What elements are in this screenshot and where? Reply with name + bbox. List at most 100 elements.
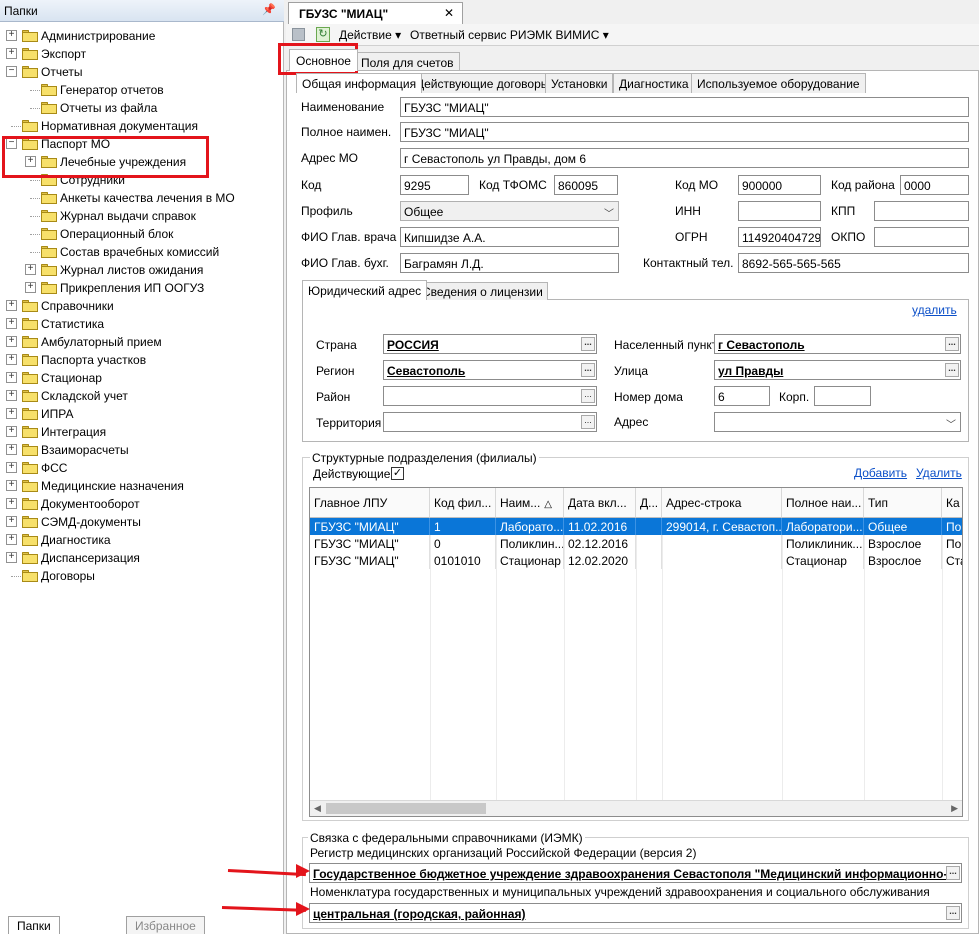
phone-field[interactable]: 8692-565-565-565 [738,253,969,273]
registry-field[interactable]: Государственное бюджетное учреждение здр… [309,863,962,883]
table-row[interactable]: ГБУЗС "МИАЦ" 0 Поликлин... 02.12.2016 Поликл… [310,535,962,552]
tree-item[interactable]: + Медицинские назначения [0,477,280,495]
area-field[interactable]: ... [383,386,597,406]
ellipsis-icon[interactable]: ... [581,363,595,377]
address-delete-link[interactable]: удалить [912,303,957,317]
tab-settings[interactable]: Установки [545,73,614,93]
ogrn-field[interactable]: 1149204047299 [738,227,821,247]
expand-icon[interactable]: + [6,318,17,329]
tree-item[interactable]: + Стационар [0,369,280,387]
tree-item[interactable]: + Амбулаторный прием [0,333,280,351]
tree-item[interactable]: + Администрирование [0,27,280,45]
tree-item[interactable]: Отчеты из файла [0,99,280,117]
expand-icon[interactable]: + [6,408,17,419]
settlement-field[interactable]: г Севастополь ... [714,334,961,354]
chief-doctor-field[interactable]: Кипшидзе А.А. [400,227,619,247]
expand-icon[interactable]: + [6,336,17,347]
table-row[interactable]: ГБУЗС "МИАЦ" 0101010 Стационар 12.02.2020 Ст… [310,552,962,569]
response-service-menu[interactable]: Ответный сервис РИЭМК ВИМИС ▾ [410,28,609,42]
tab-contracts[interactable]: Действующие договоры [410,73,556,93]
column-header[interactable]: Дата вкл... [564,488,636,518]
ellipsis-icon[interactable]: ... [946,866,960,880]
tab-general-info[interactable]: Общая информация [296,73,423,93]
expand-icon[interactable]: + [6,516,17,527]
expand-icon[interactable]: + [6,426,17,437]
expand-icon[interactable]: + [25,282,36,293]
column-header[interactable]: Код фил... [430,488,496,518]
expand-icon[interactable]: + [6,30,17,41]
tree-item[interactable]: Журнал выдачи справок [0,207,280,225]
district-code-field[interactable]: 0000 [900,175,969,195]
mo-code-field[interactable]: 900000 [738,175,821,195]
tab-license-info[interactable]: Сведения о лицензии [417,282,548,300]
expand-icon[interactable]: + [6,480,17,491]
tree-item[interactable]: − Отчеты [0,63,280,81]
ellipsis-icon[interactable]: ... [946,906,960,920]
ellipsis-icon[interactable]: ... [945,337,959,351]
tree-item[interactable]: + Диспансеризация [0,549,280,567]
chief-accountant-field[interactable]: Баграмян Л.Д. [400,253,619,273]
column-header[interactable]: Тип [864,488,942,518]
column-header[interactable]: Наим... △ [496,488,564,518]
column-header[interactable]: Адрес-строка [662,488,782,518]
tree-item[interactable]: + Складской учет [0,387,280,405]
tree-item[interactable]: + Журнал листов ожидания [0,261,280,279]
tree-item[interactable]: + Экспорт [0,45,280,63]
ellipsis-icon[interactable]: ... [581,415,595,429]
tree-item[interactable]: + Прикрепления ИП ООГУЗ [0,279,280,297]
expand-icon[interactable]: + [6,300,17,311]
chevron-down-icon[interactable]: ﹀ [946,416,956,431]
column-header[interactable]: Полное наи... [782,488,864,518]
addr-select[interactable]: ﹀ [714,412,961,432]
street-field[interactable]: ул Правды ... [714,360,961,380]
nomenclature-field[interactable]: центральная (городская, районная) ... [309,903,962,923]
expand-icon[interactable]: + [6,444,17,455]
expand-icon[interactable]: + [25,264,36,275]
tab-diagnostics[interactable]: Диагностика [613,73,695,93]
expand-icon[interactable]: + [6,48,17,59]
territory-field[interactable]: ... [383,412,597,432]
tree-item[interactable]: + ФСС [0,459,280,477]
expand-icon[interactable]: + [6,462,17,473]
tree-item[interactable]: + Взаиморасчеты [0,441,280,459]
expand-icon[interactable]: + [6,372,17,383]
tree-item[interactable]: + ИПРА [0,405,280,423]
expand-icon[interactable]: + [6,552,17,563]
column-header[interactable]: Д... [636,488,662,518]
ellipsis-icon[interactable]: ... [581,389,595,403]
close-icon[interactable]: ✕ [444,6,454,20]
scroll-left-icon[interactable]: ◀ [314,803,321,814]
tab-main[interactable]: Основное [289,49,358,71]
bottom-tab-favorites[interactable]: Избранное [126,916,205,934]
fullname-field[interactable]: ГБУЗС "МИАЦ" [400,122,969,142]
tree-item[interactable]: + СЭМД-документы [0,513,280,531]
pin-icon[interactable]: 📌 [262,3,276,16]
ellipsis-icon[interactable]: ... [945,363,959,377]
kpp-field[interactable] [874,201,969,221]
code-field[interactable]: 9295 [400,175,469,195]
tree-item[interactable]: + Интеграция [0,423,280,441]
horizontal-scrollbar[interactable]: ◀ ▶ [310,800,962,816]
tree-item[interactable]: Договоры [0,567,280,585]
document-tab[interactable]: ГБУЗС "МИАЦ" ✕ [288,2,463,24]
tree-item[interactable]: + Документооборот [0,495,280,513]
tree-item[interactable]: Генератор отчетов [0,81,280,99]
save-icon[interactable] [292,28,305,41]
house-field[interactable]: 6 [714,386,770,406]
ellipsis-icon[interactable]: ... [581,337,595,351]
tree-item[interactable]: + Диагностика [0,531,280,549]
expand-icon[interactable]: + [6,498,17,509]
tab-billing-fields[interactable]: Поля для счетов [355,52,460,72]
active-checkbox[interactable]: ✓ [391,467,404,480]
tree-item[interactable]: Операционный блок [0,225,280,243]
action-menu[interactable]: Действие ▾ [339,28,401,42]
okpo-field[interactable] [874,227,969,247]
delete-branch-link[interactable]: Удалить [916,466,962,480]
tab-equipment[interactable]: Используемое оборудование [691,73,866,93]
column-header[interactable]: Ка [942,488,962,518]
add-branch-link[interactable]: Добавить [854,466,907,480]
scroll-right-icon[interactable]: ▶ [951,803,958,814]
region-field[interactable]: Севастополь ... [383,360,597,380]
column-header[interactable]: Главное ЛПУ [310,488,430,518]
tfoms-code-field[interactable]: 860095 [554,175,618,195]
